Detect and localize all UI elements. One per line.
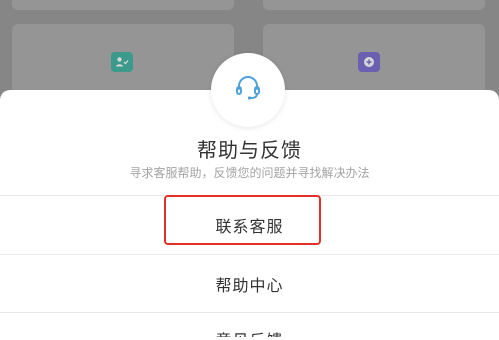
highlight-annotation [164,195,321,245]
menu-item-label: 帮助中心 [215,276,284,295]
help-center-button[interactable]: 帮助中心 [0,255,499,313]
background-card [12,0,234,10]
plus-circle-icon [358,52,380,72]
background-card [263,0,485,10]
person-check-icon [111,52,133,72]
headset-icon [231,71,265,109]
sheet-title: 帮助与反馈 [197,138,302,162]
sheet-subtitle: 寻求客服帮助，反馈您的问题并寻找解决办法 [129,166,370,180]
feedback-button[interactable]: 意见反馈 [0,313,499,337]
headset-badge [211,53,285,127]
menu-item-label: 意见反馈 [215,327,283,337]
